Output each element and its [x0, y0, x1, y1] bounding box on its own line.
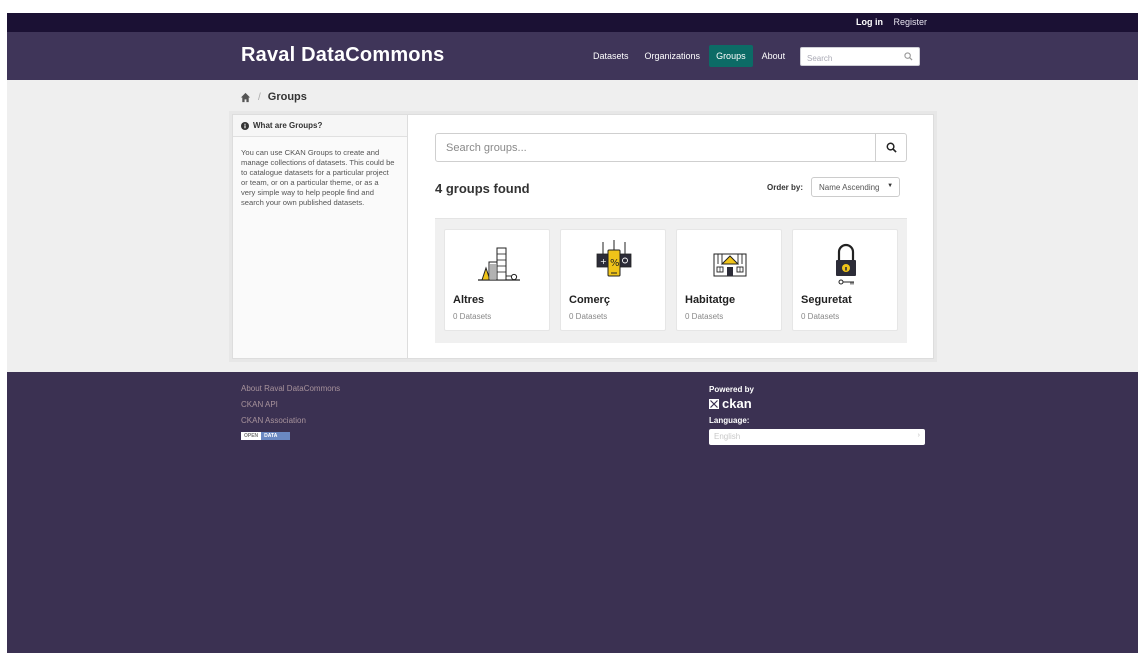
main-nav: Datasets Organizations Groups About	[586, 45, 794, 67]
nav-about[interactable]: About	[755, 45, 793, 67]
footer-link-ckan-api[interactable]: CKAN API	[241, 400, 340, 409]
order-label: Order by:	[767, 182, 804, 192]
chevron-down-icon: ▼	[887, 183, 894, 189]
group-name[interactable]: Comerç	[569, 294, 610, 306]
group-dataset-count: 0 Datasets	[569, 312, 608, 321]
nav-groups[interactable]: Groups	[709, 45, 753, 67]
powered-by-label: Powered by	[709, 385, 754, 394]
language-selected: English	[714, 432, 741, 441]
language-select[interactable]: English ›	[709, 429, 925, 445]
results-count: 4 groups found	[435, 181, 530, 196]
search-icon	[886, 142, 897, 153]
svg-text:+: +	[600, 257, 607, 266]
ckan-wordmark: ckan	[722, 396, 752, 411]
site-search	[800, 47, 920, 67]
footer-attribution: Powered by ckan Language: English ›	[709, 385, 925, 445]
footer-link-about[interactable]: About Raval DataCommons	[241, 384, 340, 393]
group-dataset-count: 0 Datasets	[453, 312, 492, 321]
page: Log in Register Raval DataCommons Datase…	[7, 13, 1138, 653]
group-name[interactable]: Habitatge	[685, 294, 735, 306]
chevron-down-icon: ›	[917, 432, 920, 439]
order-selected: Name Ascending	[819, 183, 880, 192]
group-search-button[interactable]	[875, 134, 906, 161]
breadcrumb-current[interactable]: Groups	[268, 91, 307, 103]
group-card-altres[interactable]: Altres 0 Datasets	[444, 229, 550, 331]
site-search-input[interactable]	[801, 50, 901, 67]
info-sidebar: What are Groups? You can use CKAN Groups…	[233, 115, 408, 358]
footer-links: About Raval DataCommons CKAN API CKAN As…	[241, 384, 340, 440]
shop-sign-icon: + %	[596, 240, 632, 277]
open-data-badge-left: OPEN	[241, 432, 262, 440]
svg-text:%: %	[610, 258, 620, 269]
language-label: Language:	[709, 416, 750, 425]
groups-list: Altres 0 Datasets + % Comerç 0 Datasets …	[435, 218, 907, 343]
group-card-habitatge[interactable]: Habitatge 0 Datasets	[676, 229, 782, 331]
footer-link-ckan-association[interactable]: CKAN Association	[241, 416, 340, 425]
content-wrapper: What are Groups? You can use CKAN Groups…	[232, 114, 934, 359]
padlock-icon	[836, 243, 856, 285]
info-icon	[241, 121, 249, 130]
group-search-input[interactable]	[436, 134, 866, 161]
group-card-comerc[interactable]: + % Comerç 0 Datasets	[560, 229, 666, 331]
home-icon[interactable]	[240, 92, 251, 103]
register-link[interactable]: Register	[893, 17, 927, 27]
account-links: Log in Register	[848, 17, 927, 27]
login-link[interactable]: Log in	[856, 17, 883, 27]
nav-organizations[interactable]: Organizations	[638, 45, 708, 67]
group-dataset-count: 0 Datasets	[685, 312, 724, 321]
group-card-seguretat[interactable]: Seguretat 0 Datasets	[792, 229, 898, 331]
masthead: Raval DataCommons Datasets Organizations…	[7, 32, 1138, 80]
ckan-icon	[709, 398, 719, 409]
open-data-badge[interactable]: OPEN DATA	[241, 432, 290, 440]
sidebar-heading: What are Groups?	[233, 115, 407, 137]
ckan-logo[interactable]: ckan	[709, 396, 925, 411]
site-title[interactable]: Raval DataCommons	[241, 44, 444, 67]
account-bar: Log in Register	[7, 13, 1138, 32]
search-icon[interactable]	[904, 52, 913, 61]
open-data-badge-right: DATA	[261, 432, 290, 440]
house-icon	[713, 253, 747, 277]
breadcrumb-separator: /	[258, 91, 261, 103]
breadcrumb: / Groups	[240, 91, 307, 103]
buildings-icon	[478, 247, 520, 281]
group-dataset-count: 0 Datasets	[801, 312, 840, 321]
group-name[interactable]: Seguretat	[801, 294, 852, 306]
sidebar-heading-text: What are Groups?	[253, 121, 323, 130]
nav-datasets[interactable]: Datasets	[586, 45, 636, 67]
group-search	[435, 133, 907, 162]
order-control: Order by: Name Ascending ▼	[767, 177, 901, 197]
main-content: / Groups What are Groups? You can use CK…	[7, 80, 1138, 372]
order-select[interactable]: Name Ascending ▼	[811, 177, 901, 197]
sidebar-description: You can use CKAN Groups to create and ma…	[241, 148, 395, 207]
group-name[interactable]: Altres	[453, 294, 484, 306]
groups-panel: 4 groups found Order by: Name Ascending …	[408, 115, 933, 358]
